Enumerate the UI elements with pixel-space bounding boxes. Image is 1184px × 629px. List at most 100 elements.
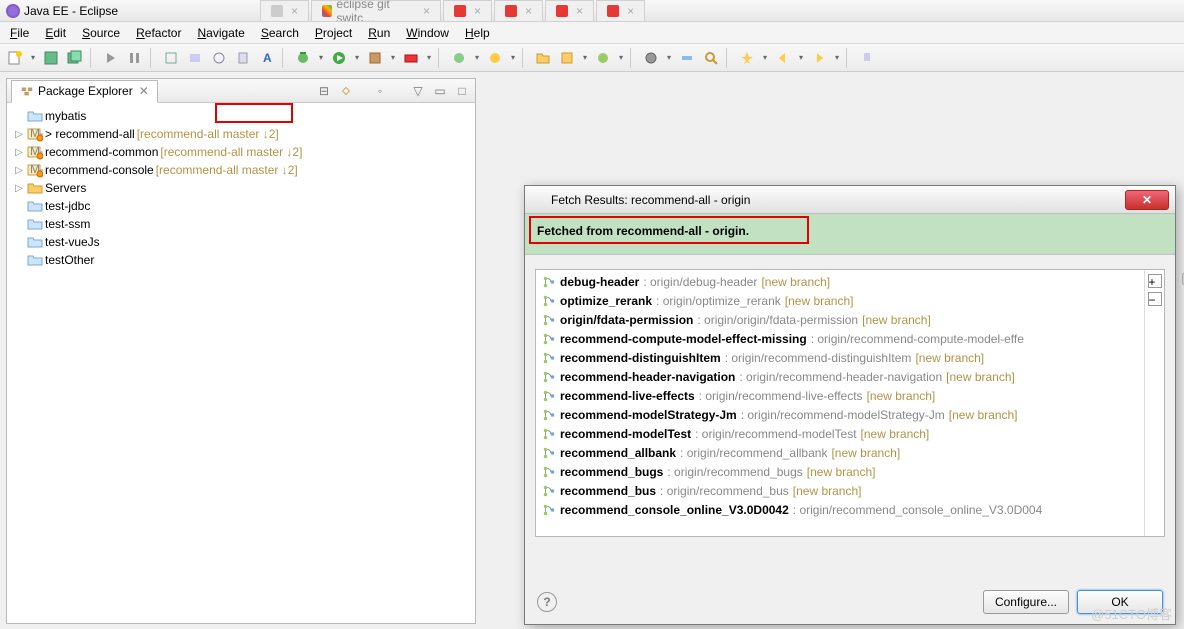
skip-restart-button[interactable] [124, 47, 146, 69]
menu-window[interactable]: Window [398, 24, 457, 42]
menu-refactor[interactable]: Refactor [128, 24, 189, 42]
annotation-button[interactable] [736, 47, 758, 69]
back-button[interactable] [772, 47, 794, 69]
tree-item[interactable]: testOther [9, 251, 473, 269]
focus-task-button[interactable]: ◦ [371, 82, 389, 100]
dropdown-icon[interactable]: ▾ [472, 53, 482, 62]
item-label: testOther [45, 253, 94, 267]
run-button[interactable] [328, 47, 350, 69]
help-button[interactable]: ? [537, 592, 557, 612]
menu-help[interactable]: Help [457, 24, 498, 42]
branch-result-row[interactable]: recommend_bugs : origin/recommend_bugs [… [538, 462, 1142, 481]
dropdown-icon[interactable]: ▾ [424, 53, 434, 62]
tree-item[interactable]: test-jdbc [9, 197, 473, 215]
project-tree[interactable]: mybatis▷M-J> recommend-all [recommend-al… [7, 103, 475, 273]
dropdown-icon[interactable]: ▾ [580, 53, 590, 62]
expand-arrow-icon[interactable]: ▷ [13, 183, 25, 194]
collapse-all-button[interactable]: ⊟ [315, 82, 333, 100]
tree-item[interactable]: ▷M-J> recommend-all [recommend-all maste… [9, 125, 473, 143]
minimize-button[interactable]: ▭ [431, 82, 449, 100]
dropdown-icon[interactable]: ▾ [352, 53, 362, 62]
restart-button[interactable] [100, 47, 122, 69]
branch-name: optimize_rerank [560, 294, 652, 308]
server-button[interactable] [448, 47, 470, 69]
link-button[interactable] [676, 47, 698, 69]
view-menu-button[interactable]: ▽ [409, 82, 427, 100]
dropdown-icon[interactable]: ▾ [760, 53, 770, 62]
branch-result-row[interactable]: recommend_bus : origin/recommend_bus [ne… [538, 481, 1142, 500]
link-editor-button[interactable] [337, 82, 355, 100]
new-button[interactable] [4, 47, 26, 69]
tree-item[interactable]: ▷Servers [9, 179, 473, 197]
menu-project[interactable]: Project [307, 24, 360, 42]
main-toolbar[interactable]: ▾ A ▾ ▾ ▾ ▾ ▾ ▾ ▾ ▾ ▾ ▾ ▾ ▾ [0, 44, 1184, 72]
text-button[interactable]: A [256, 47, 278, 69]
forward-button[interactable] [808, 47, 830, 69]
menu-edit[interactable]: Edit [37, 24, 74, 42]
results-panel: debug-header : origin/debug-header [new … [535, 269, 1165, 537]
branch-result-row[interactable]: origin/fdata-permission : origin/origin/… [538, 310, 1142, 329]
pin-button[interactable] [856, 47, 878, 69]
search-button[interactable] [700, 47, 722, 69]
branch-path: : origin/recommend-live-effects [699, 389, 863, 403]
collapse-all-button[interactable]: − [1148, 292, 1162, 306]
branch-icon [542, 275, 556, 289]
dropdown-icon[interactable]: ▾ [616, 53, 626, 62]
dropdown-icon[interactable]: ▾ [316, 53, 326, 62]
debug-button[interactable] [292, 47, 314, 69]
dialog-title-bar[interactable]: Fetch Results: recommend-all - origin ✕ [525, 186, 1175, 214]
branch-result-row[interactable]: recommend_allbank : origin/recommend_all… [538, 443, 1142, 462]
save-all-button[interactable] [64, 47, 86, 69]
branch-result-row[interactable]: optimize_rerank : origin/optimize_rerank… [538, 291, 1142, 310]
new-package-button[interactable] [556, 47, 578, 69]
tool-button[interactable] [160, 47, 182, 69]
menu-file[interactable]: File [2, 24, 37, 42]
dropdown-icon[interactable]: ▾ [508, 53, 518, 62]
branch-result-list[interactable]: debug-header : origin/debug-header [new … [536, 270, 1144, 536]
tool-button-4[interactable] [232, 47, 254, 69]
package-explorer-tab[interactable]: Package Explorer ✕ [11, 80, 158, 103]
expand-arrow-icon[interactable]: ▷ [13, 165, 25, 176]
item-icon [27, 216, 43, 232]
close-button[interactable]: ✕ [1125, 190, 1169, 210]
tree-item[interactable]: mybatis [9, 107, 473, 125]
tree-item[interactable]: test-ssm [9, 215, 473, 233]
server-debug-button[interactable] [484, 47, 506, 69]
save-button[interactable] [40, 47, 62, 69]
expand-arrow-icon[interactable]: ▷ [13, 147, 25, 158]
close-icon[interactable]: ✕ [139, 84, 149, 98]
dropdown-icon[interactable]: ▾ [832, 53, 842, 62]
dropdown-icon[interactable]: ▾ [796, 53, 806, 62]
open-task-button[interactable] [640, 47, 662, 69]
expand-all-button[interactable]: + [1148, 274, 1162, 288]
tree-item[interactable]: test-vueJs [9, 233, 473, 251]
external-tools-button[interactable] [400, 47, 422, 69]
configure-button[interactable]: Configure... [983, 590, 1069, 614]
branch-result-row[interactable]: recommend-compute-model-effect-missing :… [538, 329, 1142, 348]
menu-search[interactable]: Search [253, 24, 307, 42]
tree-item[interactable]: ▷M-Jrecommend-console [recommend-all mas… [9, 161, 473, 179]
tool-button-3[interactable] [208, 47, 230, 69]
menu-navigate[interactable]: Navigate [189, 24, 252, 42]
menu-run[interactable]: Run [360, 24, 398, 42]
branch-name: recommend-modelTest [560, 427, 691, 441]
tree-item[interactable]: ▷M-Jrecommend-common [recommend-all mast… [9, 143, 473, 161]
maximize-button[interactable]: □ [453, 82, 471, 100]
dropdown-icon[interactable]: ▾ [664, 53, 674, 62]
menu-bar[interactable]: FileEditSourceRefactorNavigateSearchProj… [0, 22, 1184, 44]
new-project-button[interactable] [532, 47, 554, 69]
branch-result-row[interactable]: recommend-modelTest : origin/recommend-m… [538, 424, 1142, 443]
tool-button-2[interactable] [184, 47, 206, 69]
menu-source[interactable]: Source [74, 24, 128, 42]
branch-result-row[interactable]: debug-header : origin/debug-header [new … [538, 272, 1142, 291]
dropdown-icon[interactable]: ▾ [388, 53, 398, 62]
dropdown-icon[interactable]: ▾ [28, 53, 38, 62]
branch-result-row[interactable]: recommend-live-effects : origin/recommen… [538, 386, 1142, 405]
branch-result-row[interactable]: recommend-header-navigation : origin/rec… [538, 367, 1142, 386]
branch-result-row[interactable]: recommend-distinguishItem : origin/recom… [538, 348, 1142, 367]
branch-result-row[interactable]: recommend-modelStrategy-Jm : origin/reco… [538, 405, 1142, 424]
branch-result-row[interactable]: recommend_console_online_V3.0D0042 : ori… [538, 500, 1142, 519]
run-last-button[interactable] [364, 47, 386, 69]
new-class-button[interactable] [592, 47, 614, 69]
expand-arrow-icon[interactable]: ▷ [13, 129, 25, 140]
